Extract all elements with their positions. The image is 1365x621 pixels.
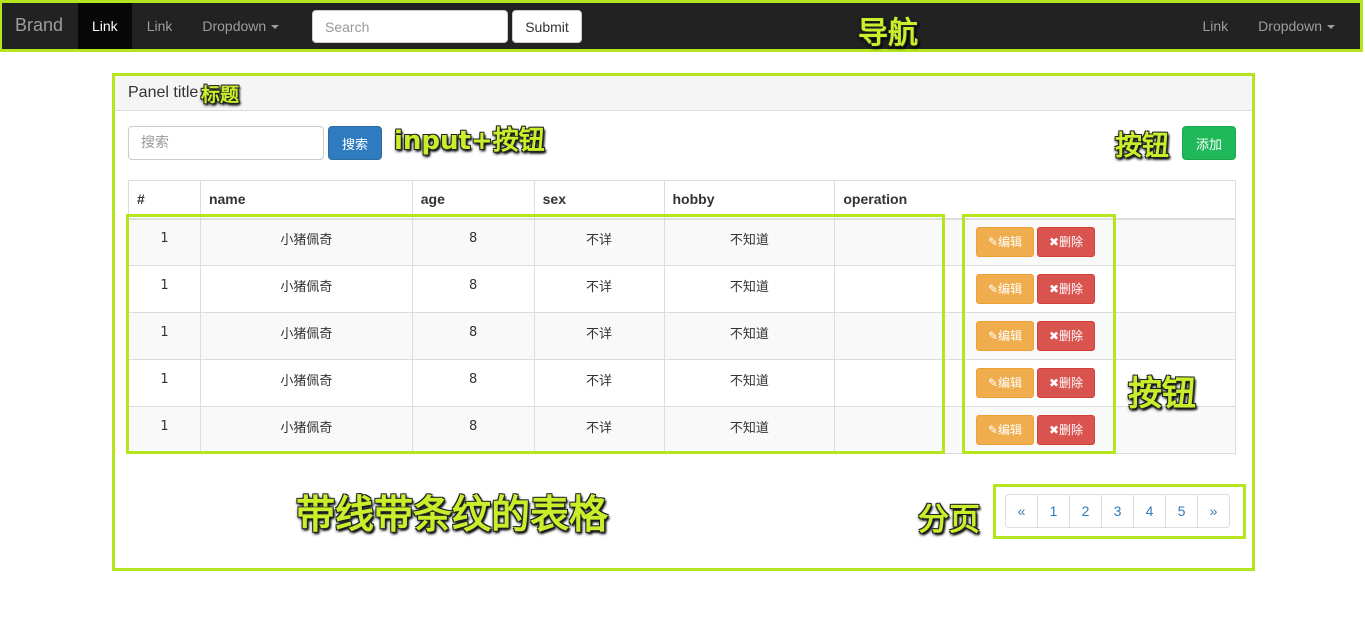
annotation-button-side: 按钮 [1128, 374, 1196, 414]
panel-title: Panel title [128, 84, 199, 101]
column-header-operation: operation [834, 180, 1236, 220]
caret-down-icon [271, 25, 280, 30]
search-input[interactable] [128, 126, 324, 160]
nav-link-right[interactable]: Link [1187, 3, 1243, 49]
panel-heading: Panel title [115, 76, 1252, 111]
navbar-submit-button[interactable]: Submit [512, 10, 582, 43]
pagination-page-4[interactable]: 4 [1133, 494, 1166, 528]
highlight-box-table-data [126, 214, 945, 454]
annotation-pagination: 分页 [918, 502, 980, 538]
highlight-box-row-buttons [962, 214, 1116, 454]
navbar-right-nav: Link Dropdown [1187, 3, 1350, 49]
column-header-age: age [411, 180, 535, 220]
navbar-search-input[interactable] [312, 10, 508, 43]
nav-link-active[interactable]: Link [78, 3, 132, 49]
pagination-page-5[interactable]: 5 [1165, 494, 1198, 528]
annotation-table: 带线带条纹的表格 [296, 493, 609, 538]
navbar-brand[interactable]: Brand [15, 15, 63, 36]
pagination-prev[interactable]: « [1005, 494, 1038, 528]
caret-down-icon [1327, 25, 1335, 30]
navbar: Brand Link Link Dropdown Submit Link Dro… [0, 0, 1363, 52]
column-header-name: name [199, 180, 413, 220]
pagination-page-1[interactable]: 1 [1037, 494, 1070, 528]
column-header-sex: sex [533, 180, 665, 220]
navbar-left-nav: Link Link Dropdown [78, 3, 294, 49]
nav-link[interactable]: Link [132, 3, 188, 49]
nav-dropdown-right[interactable]: Dropdown [1243, 3, 1350, 49]
column-header-hobby: hobby [663, 180, 836, 220]
annotation-button-top: 按钮 [1115, 131, 1169, 162]
annotation-input-button: input+按钮 [394, 126, 545, 156]
pagination: « 1 2 3 4 5 » [1005, 494, 1230, 528]
annotation-nav: 导航 [858, 16, 918, 51]
column-header-id: # [128, 180, 201, 220]
pagination-page-2[interactable]: 2 [1069, 494, 1102, 528]
nav-dropdown[interactable]: Dropdown [187, 3, 294, 49]
pagination-next[interactable]: » [1197, 494, 1230, 528]
table-header-row: # name age sex hobby operation [128, 180, 1236, 220]
search-button[interactable]: 搜索 [328, 126, 382, 160]
annotation-title: 标题 [201, 84, 240, 106]
pagination-page-3[interactable]: 3 [1101, 494, 1134, 528]
add-button[interactable]: 添加 [1182, 126, 1236, 160]
